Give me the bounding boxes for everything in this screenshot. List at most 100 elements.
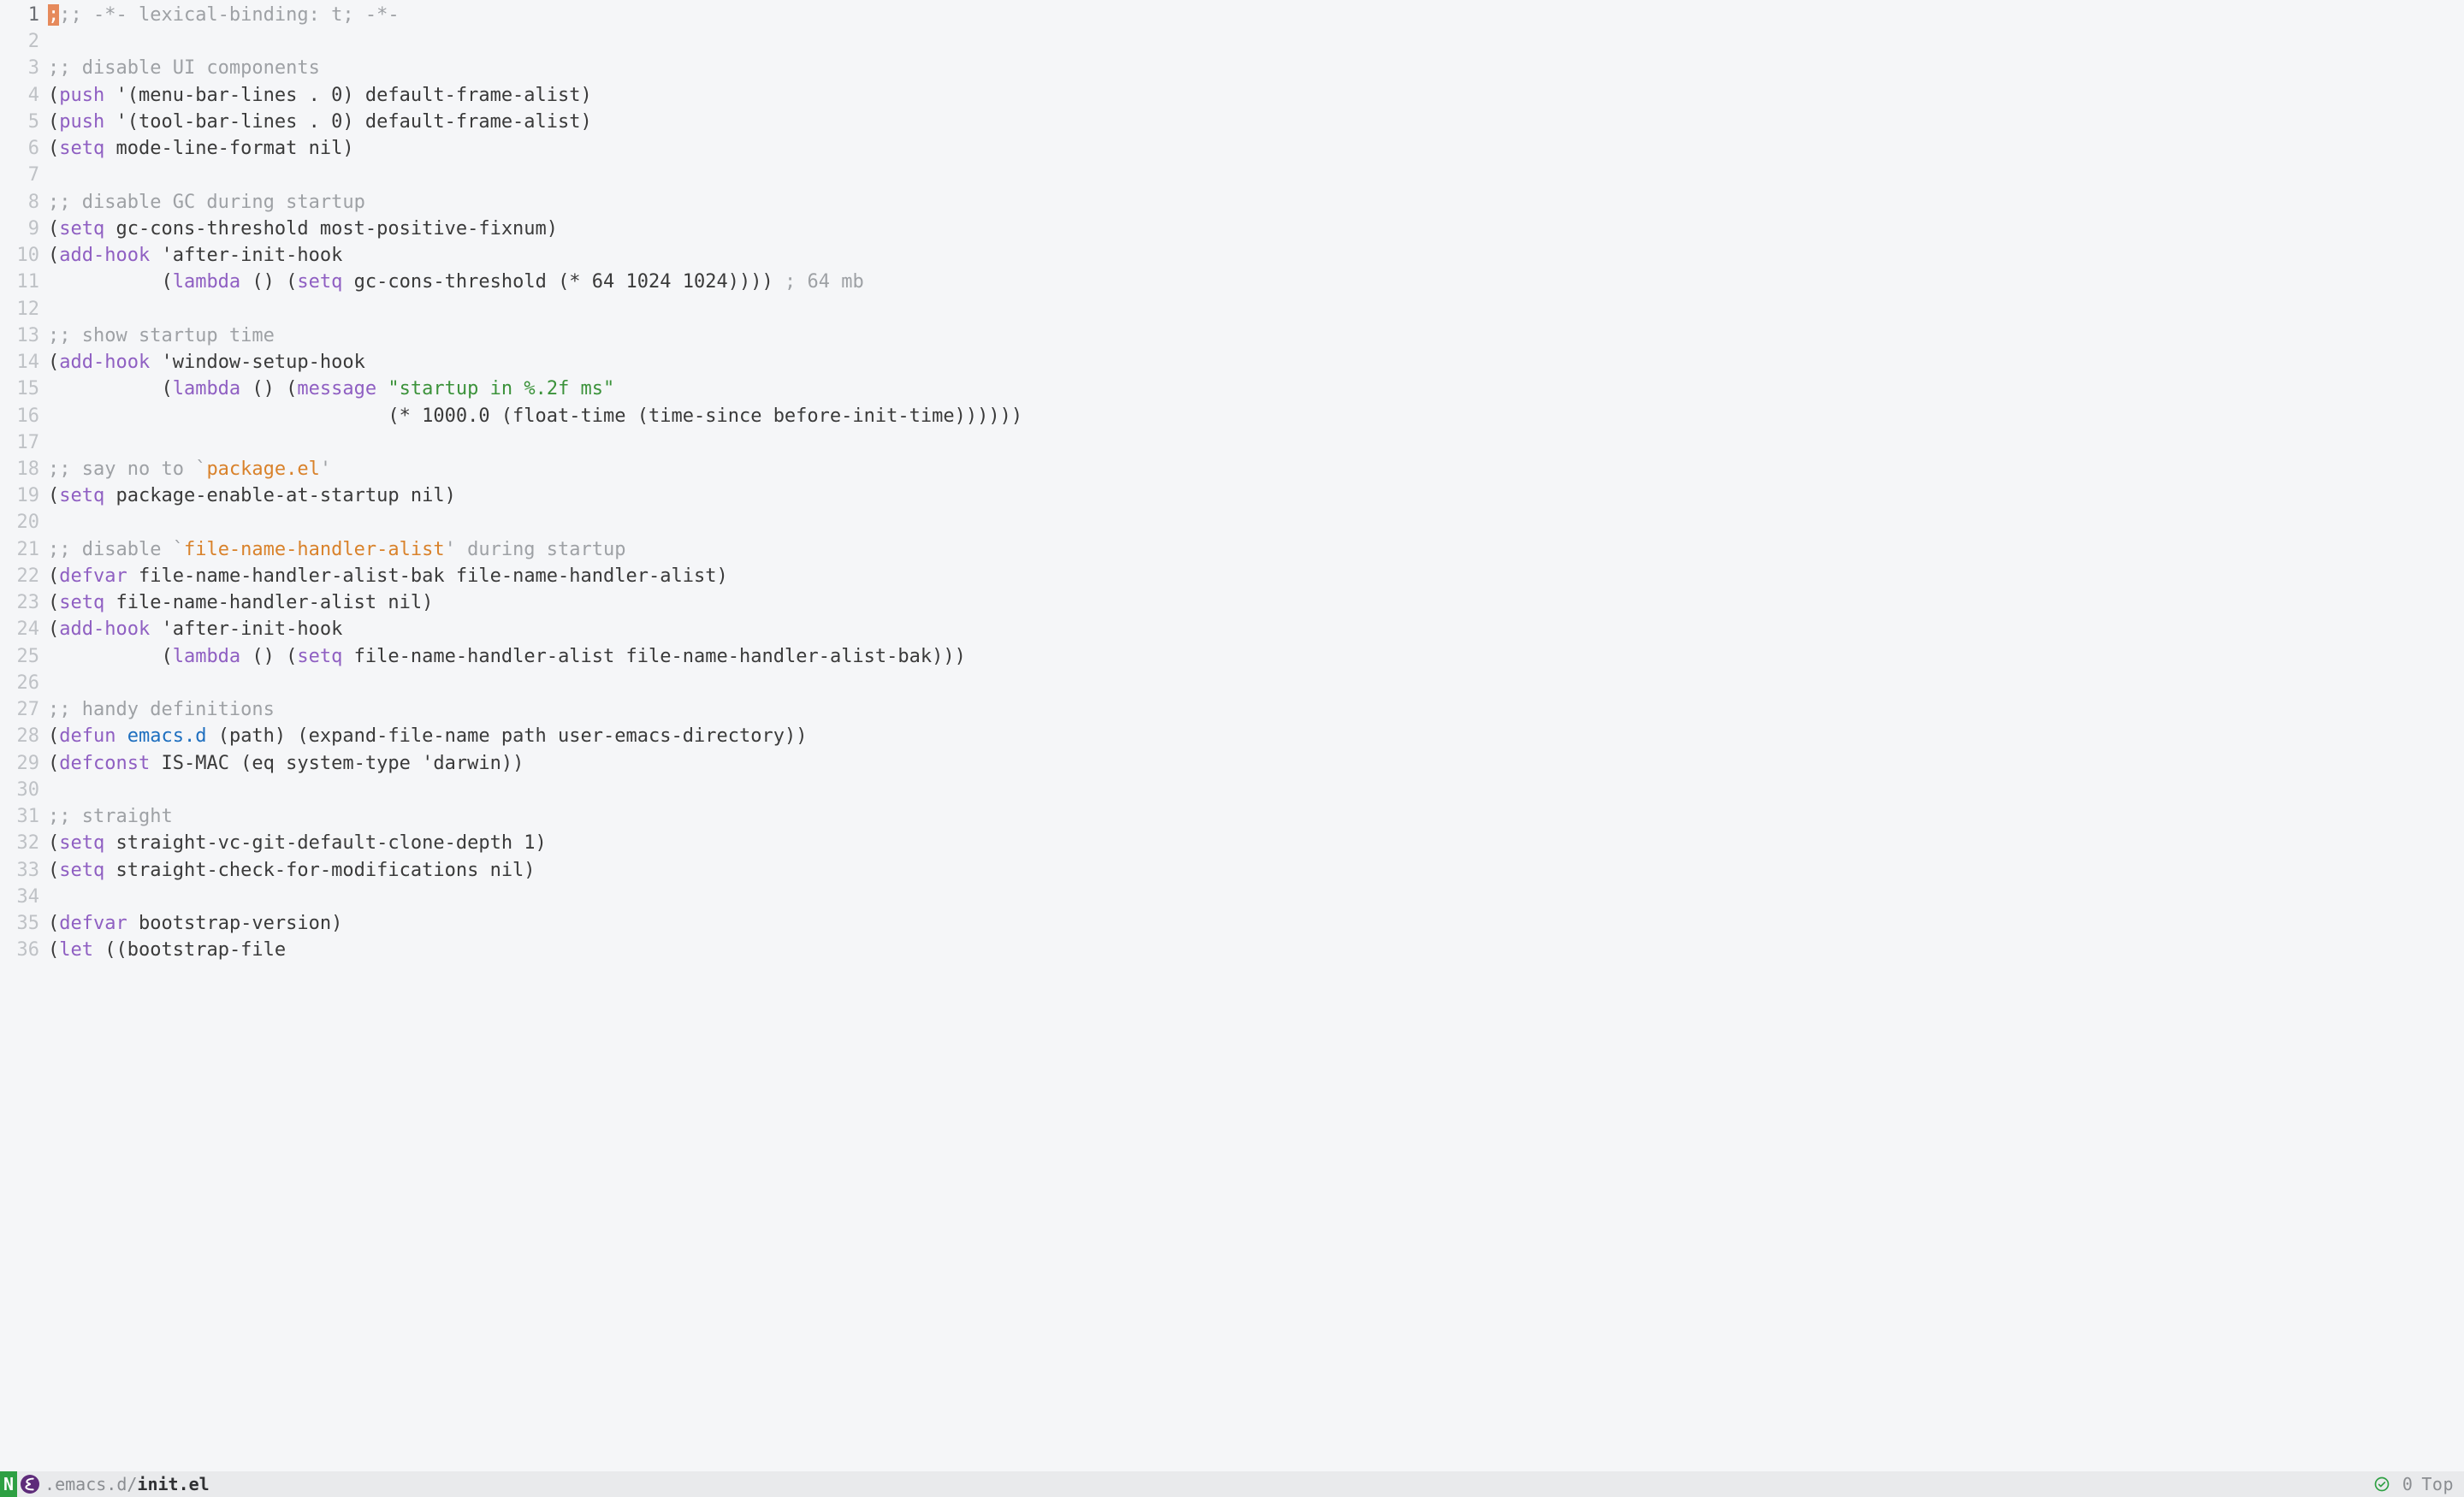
token-plain: (path) (expand-file-name path user-emacs…: [206, 725, 807, 747]
line-number: 35: [0, 910, 48, 937]
line-content[interactable]: [48, 28, 2464, 55]
code-line[interactable]: 26: [0, 670, 2464, 696]
line-content[interactable]: [48, 670, 2464, 696]
line-content[interactable]: (lambda () (message "startup in %.2f ms": [48, 376, 2464, 402]
code-line[interactable]: 16 (* 1000.0 (float-time (time-since bef…: [0, 403, 2464, 429]
token-quoted: file-name-handler-alist: [184, 539, 445, 560]
code-line[interactable]: 33(setq straight-check-for-modifications…: [0, 857, 2464, 884]
line-content[interactable]: (push '(tool-bar-lines . 0) default-fram…: [48, 109, 2464, 135]
code-line[interactable]: 9(setq gc-cons-threshold most-positive-f…: [0, 216, 2464, 242]
line-content[interactable]: ;; straight: [48, 803, 2464, 830]
code-line[interactable]: 5(push '(tool-bar-lines . 0) default-fra…: [0, 109, 2464, 135]
code-line[interactable]: 1;;; -*- lexical-binding: t; -*-: [0, 2, 2464, 28]
line-number: 5: [0, 109, 48, 135]
line-content[interactable]: ;; handy definitions: [48, 696, 2464, 723]
code-line[interactable]: 28(defun emacs.d (path) (expand-file-nam…: [0, 723, 2464, 749]
code-line[interactable]: 18;; say no to `package.el': [0, 456, 2464, 482]
code-line[interactable]: 3;; disable UI components: [0, 55, 2464, 81]
code-line[interactable]: 6(setq mode-line-format nil): [0, 135, 2464, 162]
token-kw: setq: [59, 485, 104, 506]
line-content[interactable]: (defun emacs.d (path) (expand-file-name …: [48, 723, 2464, 749]
code-line[interactable]: 31;; straight: [0, 803, 2464, 830]
line-content[interactable]: (setq gc-cons-threshold most-positive-fi…: [48, 216, 2464, 242]
line-content[interactable]: [48, 429, 2464, 456]
code-line[interactable]: 34: [0, 884, 2464, 910]
line-content[interactable]: [48, 884, 2464, 910]
code-line[interactable]: 20: [0, 509, 2464, 535]
line-content[interactable]: (defconst IS-MAC (eq system-type 'darwin…: [48, 750, 2464, 777]
line-content[interactable]: ;; disable UI components: [48, 55, 2464, 81]
code-line[interactable]: 29(defconst IS-MAC (eq system-type 'darw…: [0, 750, 2464, 777]
token-plain: 'after-init-hook: [150, 618, 342, 640]
code-area[interactable]: 1;;; -*- lexical-binding: t; -*-2 3;; di…: [0, 0, 2464, 1471]
token-paren: (: [48, 111, 59, 133]
code-line[interactable]: 32(setq straight-vc-git-default-clone-de…: [0, 830, 2464, 856]
line-content[interactable]: (defvar bootstrap-version): [48, 910, 2464, 937]
line-number: 14: [0, 349, 48, 376]
line-content[interactable]: (lambda () (setq file-name-handler-alist…: [48, 643, 2464, 670]
line-content[interactable]: (add-hook 'after-init-hook: [48, 616, 2464, 642]
code-line[interactable]: 21;; disable `file-name-handler-alist' d…: [0, 536, 2464, 563]
code-line[interactable]: 35(defvar bootstrap-version): [0, 910, 2464, 937]
line-number: 6: [0, 135, 48, 162]
line-content[interactable]: [48, 162, 2464, 188]
line-content[interactable]: (lambda () (setq gc-cons-threshold (* 64…: [48, 269, 2464, 295]
token-paren: (: [48, 725, 59, 747]
line-content[interactable]: ;; disable `file-name-handler-alist' dur…: [48, 536, 2464, 563]
line-content[interactable]: (setq straight-vc-git-default-clone-dept…: [48, 830, 2464, 856]
token-plain: package-enable-at-startup nil): [104, 485, 456, 506]
code-line[interactable]: 10(add-hook 'after-init-hook: [0, 242, 2464, 269]
line-number: 31: [0, 803, 48, 830]
code-line[interactable]: 11 (lambda () (setq gc-cons-threshold (*…: [0, 269, 2464, 295]
code-line[interactable]: 13;; show startup time: [0, 322, 2464, 349]
code-line[interactable]: 22(defvar file-name-handler-alist-bak fi…: [0, 563, 2464, 589]
token-fn: emacs.d: [127, 725, 207, 747]
line-content[interactable]: (setq mode-line-format nil): [48, 135, 2464, 162]
line-content[interactable]: (defvar file-name-handler-alist-bak file…: [48, 563, 2464, 589]
scroll-position-indicator: Top: [2421, 1472, 2454, 1496]
line-content[interactable]: ;; disable GC during startup: [48, 189, 2464, 216]
token-cm: ': [320, 459, 331, 480]
line-content[interactable]: (let ((bootstrap-file: [48, 937, 2464, 963]
code-line[interactable]: 15 (lambda () (message "startup in %.2f …: [0, 376, 2464, 402]
line-content[interactable]: [48, 777, 2464, 803]
code-line[interactable]: 36(let ((bootstrap-file: [0, 937, 2464, 963]
code-line[interactable]: 12: [0, 296, 2464, 322]
token-plain: 'after-init-hook: [150, 245, 342, 266]
line-number: 21: [0, 536, 48, 563]
code-line[interactable]: 14(add-hook 'window-setup-hook: [0, 349, 2464, 376]
code-line[interactable]: 19(setq package-enable-at-startup nil): [0, 482, 2464, 509]
line-number: 27: [0, 696, 48, 723]
line-number: 16: [0, 403, 48, 429]
line-content[interactable]: (* 1000.0 (float-time (time-since before…: [48, 403, 2464, 429]
code-line[interactable]: 30: [0, 777, 2464, 803]
code-line[interactable]: 25 (lambda () (setq file-name-handler-al…: [0, 643, 2464, 670]
token-plain: mode-line-format nil): [104, 138, 353, 159]
line-content[interactable]: (setq package-enable-at-startup nil): [48, 482, 2464, 509]
code-line[interactable]: 8;; disable GC during startup: [0, 189, 2464, 216]
line-content[interactable]: [48, 509, 2464, 535]
line-content[interactable]: [48, 296, 2464, 322]
token-paren: (: [48, 245, 59, 266]
token-kw: add-hook: [59, 245, 150, 266]
line-content[interactable]: (add-hook 'after-init-hook: [48, 242, 2464, 269]
line-content[interactable]: ;;; -*- lexical-binding: t; -*-: [48, 2, 2464, 28]
code-line[interactable]: 17: [0, 429, 2464, 456]
token-paren: (: [48, 485, 59, 506]
code-line[interactable]: 7: [0, 162, 2464, 188]
line-content[interactable]: (add-hook 'window-setup-hook: [48, 349, 2464, 376]
code-line[interactable]: 23(setq file-name-handler-alist nil): [0, 589, 2464, 616]
code-line[interactable]: 24(add-hook 'after-init-hook: [0, 616, 2464, 642]
buffer-path: .emacs.d/: [44, 1472, 137, 1496]
code-line[interactable]: 2: [0, 28, 2464, 55]
line-content[interactable]: (push '(menu-bar-lines . 0) default-fram…: [48, 82, 2464, 109]
line-content[interactable]: (setq straight-check-for-modifications n…: [48, 857, 2464, 884]
mode-line: N .emacs.d/init.el 0 Top: [0, 1471, 2464, 1497]
line-content[interactable]: ;; say no to `package.el': [48, 456, 2464, 482]
token-paren: (: [48, 939, 59, 961]
code-line[interactable]: 4(push '(menu-bar-lines . 0) default-fra…: [0, 82, 2464, 109]
code-line[interactable]: 27;; handy definitions: [0, 696, 2464, 723]
line-content[interactable]: ;; show startup time: [48, 322, 2464, 349]
line-content[interactable]: (setq file-name-handler-alist nil): [48, 589, 2464, 616]
token-paren: (: [48, 913, 59, 934]
